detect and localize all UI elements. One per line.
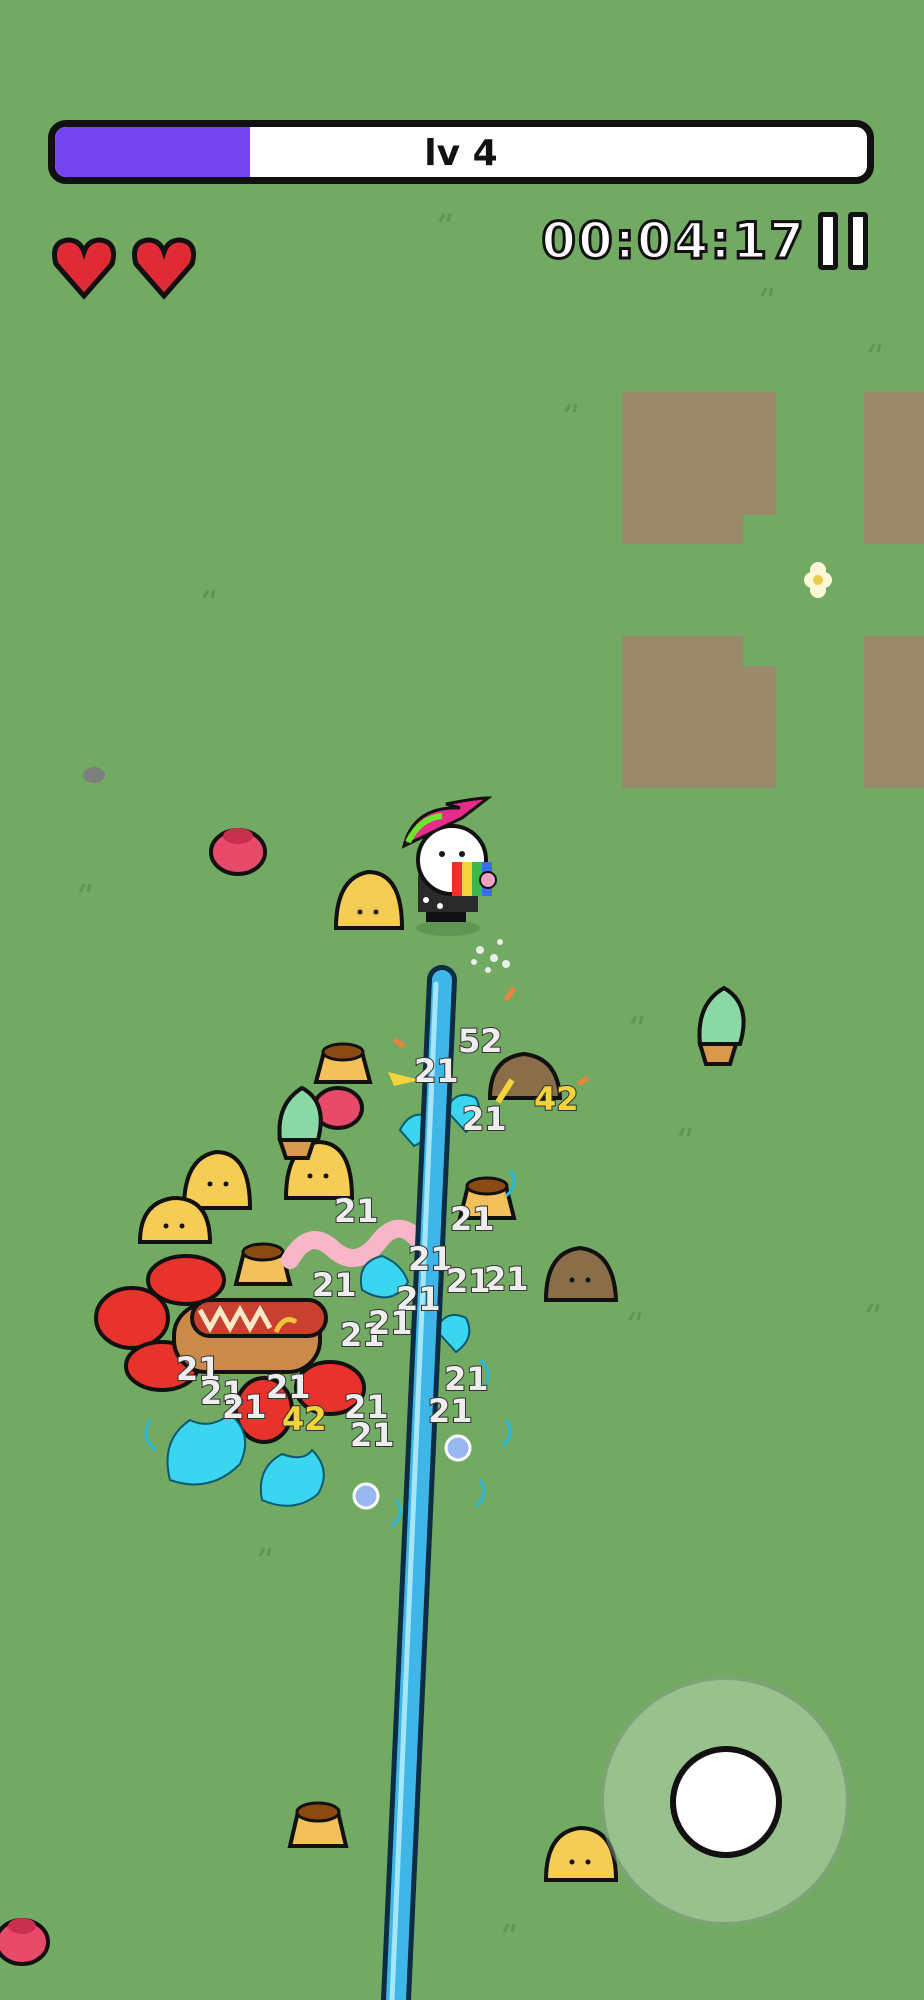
- damage-number: 21: [368, 1304, 413, 1342]
- damage-number: 52: [458, 1022, 503, 1060]
- damage-number: 42: [534, 1080, 579, 1118]
- grass-notch: [743, 636, 783, 666]
- damage-number: 21: [350, 1416, 395, 1454]
- damage-number: 21: [428, 1392, 473, 1430]
- dirt-patch: [864, 636, 924, 788]
- joystick-knob[interactable]: [670, 1746, 782, 1858]
- damage-number: 21: [222, 1388, 267, 1426]
- damage-number: 21: [484, 1260, 529, 1298]
- health-hearts: [48, 232, 218, 302]
- game-screen: 52 21 42 21 21 21 21 21 21 21 21 21 21 21 21 21 21 42 21 21…: [0, 0, 924, 2000]
- level-label: lv 4: [424, 133, 498, 174]
- pause-icon: [818, 212, 838, 270]
- dough-enemy: [333, 869, 405, 930]
- jelly-enemy: [0, 1918, 50, 1966]
- heart-icon: [132, 237, 196, 300]
- damage-number: 21: [450, 1200, 495, 1238]
- tomato-enemy: [146, 1254, 226, 1306]
- flan-enemy: [287, 1801, 349, 1848]
- dough-enemy: [181, 1149, 253, 1210]
- pause-icon-bar: [848, 212, 868, 270]
- grass-notch: [743, 515, 783, 545]
- ice-cream-enemy: [697, 985, 746, 1066]
- hearts-container: [52, 237, 196, 300]
- flan-enemy: [233, 1242, 293, 1286]
- jelly-enemy: [209, 828, 267, 876]
- dirt-patches: [622, 392, 924, 788]
- pebble: [83, 767, 105, 783]
- dough-enemy: [137, 1195, 213, 1244]
- damage-number: 21: [446, 1262, 491, 1300]
- game-timer: 00:04:17: [540, 211, 806, 272]
- worm-enemy: [281, 1219, 433, 1269]
- player-character: [401, 796, 497, 936]
- dirt-patch: [864, 392, 924, 544]
- heart-icon: [52, 237, 116, 300]
- pause-button[interactable]: [814, 212, 874, 272]
- damage-number: 21: [462, 1100, 507, 1138]
- damage-number: 21: [414, 1052, 459, 1090]
- dust-particles: [471, 939, 510, 973]
- rock-enemy: [543, 1245, 619, 1302]
- damage-number: 21: [312, 1266, 357, 1304]
- flower-decoration: [804, 562, 832, 598]
- xp-bar: lv 4: [48, 120, 874, 184]
- flan-enemy: [313, 1042, 373, 1084]
- virtual-joystick[interactable]: [600, 1676, 850, 1926]
- damage-number: 42: [282, 1400, 327, 1438]
- damage-number: 21: [334, 1192, 379, 1230]
